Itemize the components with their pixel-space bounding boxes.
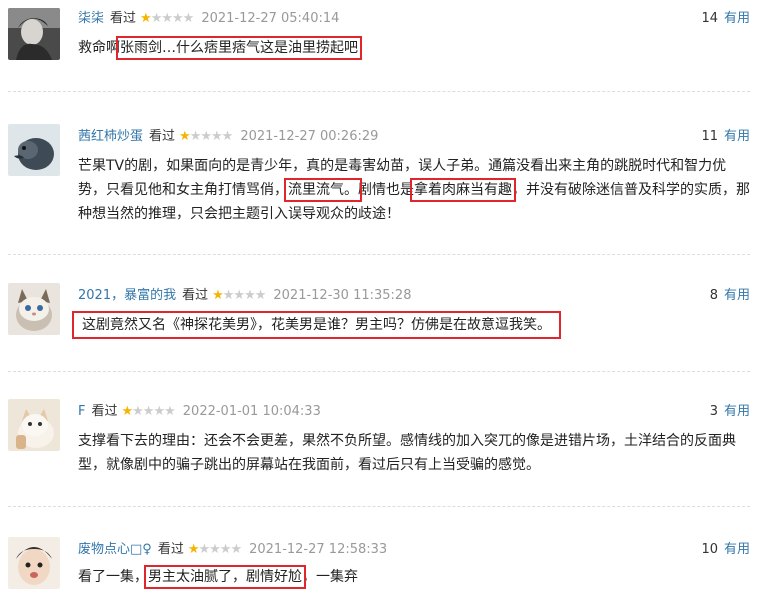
watched-label: 看过 — [157, 542, 184, 557]
comment-time: 2021-12-27 05:40:14 — [201, 11, 340, 26]
useful-button[interactable]: 有用 — [724, 542, 750, 557]
comment-header: F 看过 ★★★★★ 2022-01-01 10:04:33 — [78, 403, 321, 421]
comment-time: 2022-01-01 10:04:33 — [182, 404, 321, 419]
highlight-box: 这剧竟然又名《神探花美男》，花美男是谁？男主吗？仿佛是在故意逗我笑。 — [72, 311, 561, 339]
comment-text-part: 救命啊 — [78, 40, 120, 56]
useful-button[interactable]: 有用 — [724, 129, 750, 144]
vote-count: 10 — [701, 542, 718, 557]
comment-text: 看了一集，男主太油腻了，剧情好尬，一集弃 — [78, 565, 750, 589]
rating-stars: ★★★★★ — [187, 542, 242, 557]
watched-label: 看过 — [110, 11, 137, 26]
avatar[interactable] — [8, 8, 60, 60]
comment-header: 柒柒 看过 ★★★★★ 2021-12-27 05:40:14 — [78, 10, 339, 28]
highlight-box: 张雨剑…什么痞里痞气这是油里捞起吧 — [116, 36, 362, 60]
divider — [8, 506, 750, 507]
vote-block: 11 有用 — [701, 128, 750, 146]
vote-block: 10 有用 — [701, 541, 750, 559]
avatar[interactable] — [8, 283, 60, 335]
username-link[interactable]: 茜红柿炒蛋 — [78, 129, 143, 144]
comment-text-part: 支撑看下去的理由：还会不会更差，果然不负所望。感情线的加入突兀的像是进错片场，土… — [78, 433, 736, 473]
watched-label: 看过 — [182, 288, 209, 303]
vote-block: 3 有用 — [710, 403, 750, 421]
vote-count: 8 — [709, 288, 718, 303]
comment-header: 2021，暴富的我 看过 ★★★★★ 2021-12-30 11:35:28 — [78, 287, 411, 305]
watched-label: 看过 — [91, 404, 118, 419]
comment-text: 救命啊张雨剑…什么痞里痞气这是油里捞起吧 — [78, 36, 750, 60]
divider — [8, 254, 750, 255]
comment-text-part: 看了一集， — [78, 569, 148, 585]
rating-stars: ★★★★★ — [212, 288, 266, 303]
comment-header: 废物点心□♀ 看过 ★★★★★ 2021-12-27 12:58:33 — [78, 541, 387, 559]
vote-block: 14 有用 — [701, 10, 750, 28]
comment-text: 支撑看下去的理由：还会不会更差，果然不负所望。感情线的加入突兀的像是进错片场，土… — [78, 429, 750, 477]
divider — [8, 91, 750, 92]
rating-stars: ★★★★★ — [121, 404, 176, 419]
comment-text-part: 剧情也是 — [358, 182, 414, 198]
useful-button[interactable]: 有用 — [724, 404, 750, 419]
username-link[interactable]: 废物点心□♀ — [78, 542, 152, 557]
comment-time: 2021-12-30 11:35:28 — [273, 288, 412, 303]
username-link[interactable]: F — [78, 404, 85, 419]
useful-button[interactable]: 有用 — [724, 11, 750, 26]
comment-text: 这剧竟然又名《神探花美男》，花美男是谁？男主吗？仿佛是在故意逗我笑。 — [72, 311, 750, 339]
useful-button[interactable]: 有用 — [724, 288, 750, 303]
watched-label: 看过 — [149, 129, 176, 144]
highlight-box: 拿着肉麻当有趣 — [410, 178, 516, 202]
avatar[interactable] — [8, 124, 60, 176]
highlight-box: 男主太油腻了，剧情好尬 — [144, 565, 306, 589]
vote-block: 8 有用 — [710, 287, 750, 305]
rating-stars: ★★★★★ — [140, 11, 194, 26]
avatar[interactable] — [8, 399, 60, 451]
rating-stars: ★★★★★ — [179, 129, 233, 144]
comment-header: 茜红柿炒蛋 看过 ★★★★★ 2021-12-27 00:26:29 — [78, 128, 378, 146]
highlight-box: 流里流气。 — [284, 178, 362, 202]
vote-count: 3 — [709, 404, 718, 419]
avatar[interactable] — [8, 537, 60, 589]
comment-time: 2021-12-27 00:26:29 — [240, 129, 379, 144]
comment-text-part: ，一集弃 — [302, 569, 358, 585]
username-link[interactable]: 2021，暴富的我 — [78, 288, 176, 303]
comment-text: 芒果TV的剧，如果面向的是青少年，真的是毒害幼苗，误人子弟。通篇没看出来主角的跳… — [78, 154, 750, 226]
comment-time: 2021-12-27 12:58:33 — [249, 542, 388, 557]
vote-count: 14 — [701, 11, 718, 26]
username-link[interactable]: 柒柒 — [78, 11, 104, 26]
divider — [8, 371, 750, 372]
vote-count: 11 — [701, 129, 718, 144]
